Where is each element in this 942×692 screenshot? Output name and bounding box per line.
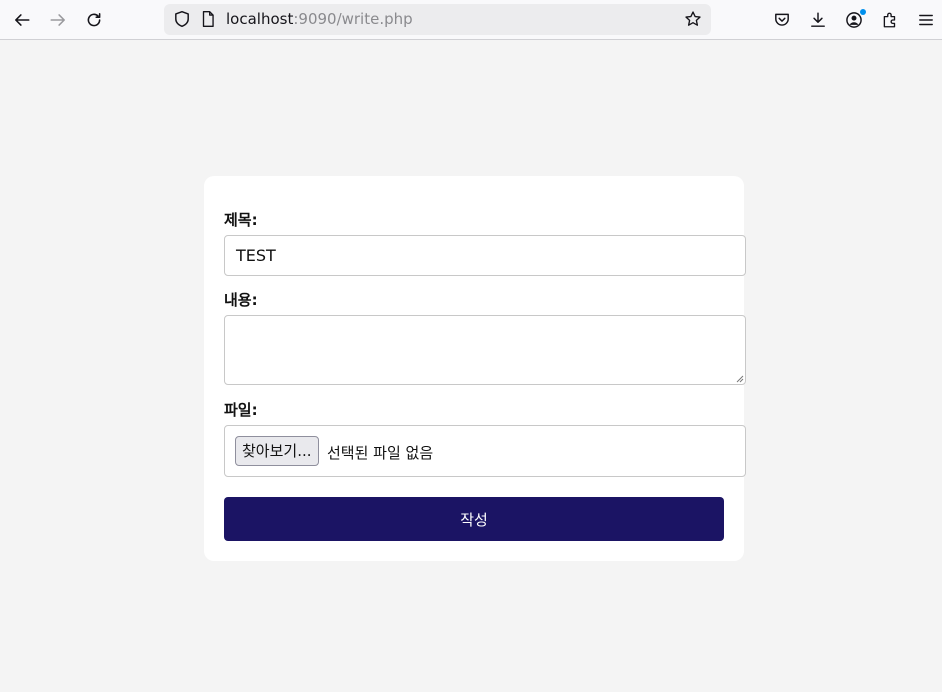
browser-toolbar: localhost:9090/write.php	[0, 0, 942, 40]
forward-icon[interactable]	[46, 8, 70, 32]
back-icon[interactable]	[10, 8, 34, 32]
bookmark-star-icon[interactable]	[681, 7, 705, 31]
account-icon[interactable]	[842, 8, 866, 32]
submit-button[interactable]: 작성	[224, 497, 724, 541]
url-bar[interactable]: localhost:9090/write.php	[164, 4, 711, 35]
file-browse-button[interactable]: 찾아보기...	[235, 436, 319, 466]
file-status-text: 선택된 파일 없음	[327, 444, 434, 462]
notification-dot	[860, 9, 866, 15]
shield-icon[interactable]	[170, 7, 194, 31]
page-icon	[196, 7, 220, 31]
title-label: 제목:	[224, 211, 258, 229]
url-host: localhost	[226, 10, 294, 28]
content-textarea[interactable]	[224, 315, 746, 385]
write-form-card: 제목: TEST 내용: 파일: 찾아보기... 선택된 파일 없음 작성	[204, 176, 746, 561]
file-input[interactable]: 찾아보기... 선택된 파일 없음	[224, 425, 746, 477]
resize-grip-icon[interactable]	[734, 373, 744, 383]
download-icon[interactable]	[806, 8, 830, 32]
menu-icon[interactable]	[914, 8, 938, 32]
reload-icon[interactable]	[82, 8, 106, 32]
pocket-icon[interactable]	[770, 8, 794, 32]
url-text[interactable]: localhost:9090/write.php	[226, 11, 413, 28]
content-label: 내용:	[224, 291, 258, 309]
extensions-icon[interactable]	[878, 8, 902, 32]
title-input[interactable]: TEST	[224, 235, 746, 276]
url-path: :9090/write.php	[293, 10, 413, 28]
file-label: 파일:	[224, 401, 258, 419]
